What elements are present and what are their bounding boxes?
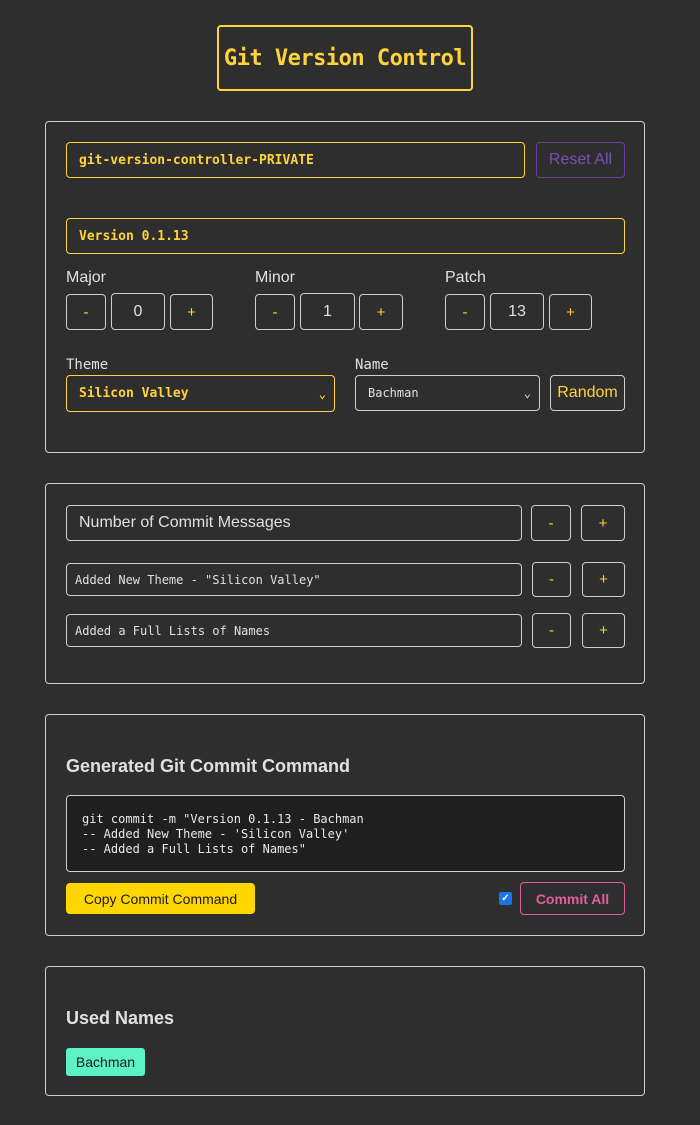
commit-message-input[interactable]: Added New Theme - "Silicon Valley"	[66, 563, 522, 596]
app-title: Git Version Control	[217, 25, 473, 91]
remove-message-button[interactable]: -	[531, 505, 571, 541]
commit-message-input[interactable]: Added a Full Lists of Names	[66, 614, 522, 647]
minor-decrement-button[interactable]: -	[255, 294, 295, 330]
patch-label: Patch	[445, 269, 486, 286]
theme-selected-value: Silicon Valley	[79, 386, 189, 401]
copy-commit-command-button[interactable]: Copy Commit Command	[66, 883, 255, 914]
repo-name-input[interactable]: git-version-controller-PRIVATE	[66, 142, 525, 178]
major-decrement-button[interactable]: -	[66, 294, 106, 330]
patch-decrement-button[interactable]: -	[445, 294, 485, 330]
name-label: Name	[355, 357, 389, 373]
used-name-tag[interactable]: Bachman	[66, 1048, 145, 1076]
version-card: git-version-controller-PRIVATE Reset All…	[45, 121, 645, 453]
message-2-decrement-button[interactable]: -	[532, 613, 571, 648]
random-name-button[interactable]: Random	[550, 375, 625, 411]
commit-all-button[interactable]: Commit All	[520, 882, 625, 915]
commit-command-output: git commit -m "Version 0.1.13 - Bachman …	[66, 795, 625, 872]
major-value[interactable]: 0	[111, 293, 165, 330]
patch-value[interactable]: 13	[490, 293, 544, 330]
add-message-button[interactable]: +	[581, 505, 625, 541]
theme-select[interactable]: Silicon Valley ⌄	[66, 375, 335, 412]
minor-increment-button[interactable]: +	[359, 294, 403, 330]
command-heading: Generated Git Commit Command	[66, 756, 351, 776]
reset-all-button[interactable]: Reset All	[536, 142, 625, 178]
chevron-down-icon: ⌄	[318, 386, 326, 401]
message-1-increment-button[interactable]: +	[582, 562, 625, 597]
commit-all-checkbox[interactable]: ✓	[499, 892, 512, 905]
used-names-card: Used Names Bachman	[45, 966, 645, 1096]
message-1-decrement-button[interactable]: -	[532, 562, 571, 597]
major-label: Major	[66, 269, 107, 286]
minor-value[interactable]: 1	[300, 293, 355, 330]
chevron-down-icon: ⌄	[523, 386, 531, 400]
theme-label: Theme	[66, 357, 109, 373]
message-2-increment-button[interactable]: +	[582, 613, 625, 648]
major-increment-button[interactable]: +	[170, 294, 213, 330]
name-select[interactable]: Bachman ⌄	[355, 375, 540, 411]
patch-increment-button[interactable]: +	[549, 294, 592, 330]
commit-messages-card: Number of Commit Messages - + Added New …	[45, 483, 645, 684]
version-display-input[interactable]: Version 0.1.13	[66, 218, 625, 254]
message-count-input[interactable]: Number of Commit Messages	[66, 505, 522, 541]
commit-command-card: Generated Git Commit Command git commit …	[45, 714, 645, 936]
minor-label: Minor	[255, 269, 296, 286]
used-names-heading: Used Names	[66, 1008, 175, 1028]
name-selected-value: Bachman	[368, 386, 419, 400]
